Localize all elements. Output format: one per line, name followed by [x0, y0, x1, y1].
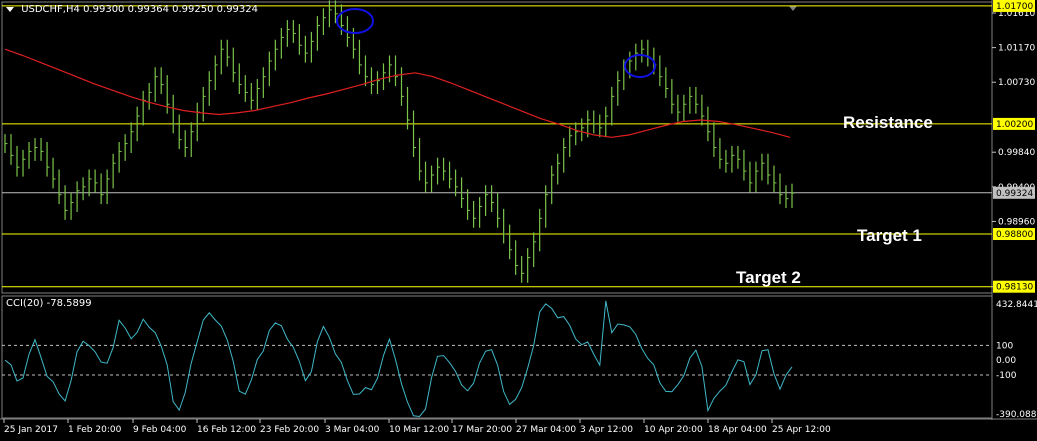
- cci-tick-label: 0.00: [996, 356, 1016, 366]
- peak-marker-circle: [336, 8, 374, 34]
- level-price-tag: 1.01700: [993, 0, 1035, 12]
- time-tick-label: 18 Apr 04:00: [708, 425, 767, 435]
- dropdown-icon[interactable]: [6, 6, 14, 12]
- level-tag-label: 0.98130: [996, 283, 1033, 293]
- level-price-tag: 1.00200: [993, 117, 1035, 130]
- cci-line: [4, 300, 793, 418]
- main-panel-border: [1, 1, 993, 294]
- time-tick-label: 17 Mar 20:00: [452, 425, 512, 435]
- time-tick-label: 25 Apr 12:00: [772, 425, 831, 435]
- time-tick-label: 10 Mar 12:00: [389, 425, 449, 435]
- price-tick-label: 0.98960: [998, 217, 1035, 227]
- cci-panel-border: [1, 295, 993, 419]
- cci-tick-label: -390.0889: [996, 410, 1037, 420]
- time-tick-label: 27 Mar 04:00: [516, 425, 576, 435]
- cci-tick-label: 100: [996, 341, 1013, 351]
- level-tag-label: 0.99324: [996, 189, 1033, 199]
- cci-tick-label: 432.8441: [996, 300, 1037, 310]
- time-tick-label: 23 Feb 20:00: [260, 425, 319, 435]
- level-price-tag: 0.98800: [993, 228, 1035, 241]
- time-tick-label: 3 Mar 04:00: [325, 425, 380, 435]
- price-tick-label: 1.00730: [998, 78, 1035, 88]
- cci-label: CCI(20) -78.5899: [6, 298, 92, 309]
- target2-annotation: Target 2: [736, 268, 801, 287]
- ohlc-values: 0.99300 0.99364 0.99250 0.99324: [83, 4, 259, 15]
- resistance-annotation: Resistance: [843, 113, 933, 132]
- level-tag-label: 0.98800: [996, 230, 1033, 240]
- symbol-header: USDCHF,H4 0.99300 0.99364 0.99250 0.9932…: [6, 4, 258, 15]
- price-chart: 1.016101.011701.007300.998400.994000.989…: [0, 0, 1037, 435]
- cci-tick-label: -100: [996, 371, 1017, 381]
- level-price-tag: 0.99324: [993, 186, 1035, 199]
- time-tick-label: 3 Apr 12:00: [580, 425, 633, 435]
- time-tick-label: 9 Feb 04:00: [133, 425, 187, 435]
- time-tick-label: 16 Feb 12:00: [197, 425, 256, 435]
- level-price-tag: 0.98130: [993, 280, 1035, 293]
- target1-annotation: Target 1: [857, 226, 922, 245]
- level-tag-label: 1.01700: [996, 2, 1033, 12]
- level-tag-label: 1.00200: [996, 120, 1033, 130]
- time-tick-label: 25 Jan 2017: [4, 425, 58, 435]
- shift-marker-icon: [789, 6, 797, 11]
- symbol-name: USDCHF,H4: [21, 4, 80, 15]
- time-tick-label: 10 Apr 20:00: [644, 425, 703, 435]
- price-tick-label: 0.99840: [998, 148, 1035, 158]
- price-tick-label: 1.01170: [998, 44, 1035, 54]
- time-tick-label: 1 Feb 20:00: [68, 425, 122, 435]
